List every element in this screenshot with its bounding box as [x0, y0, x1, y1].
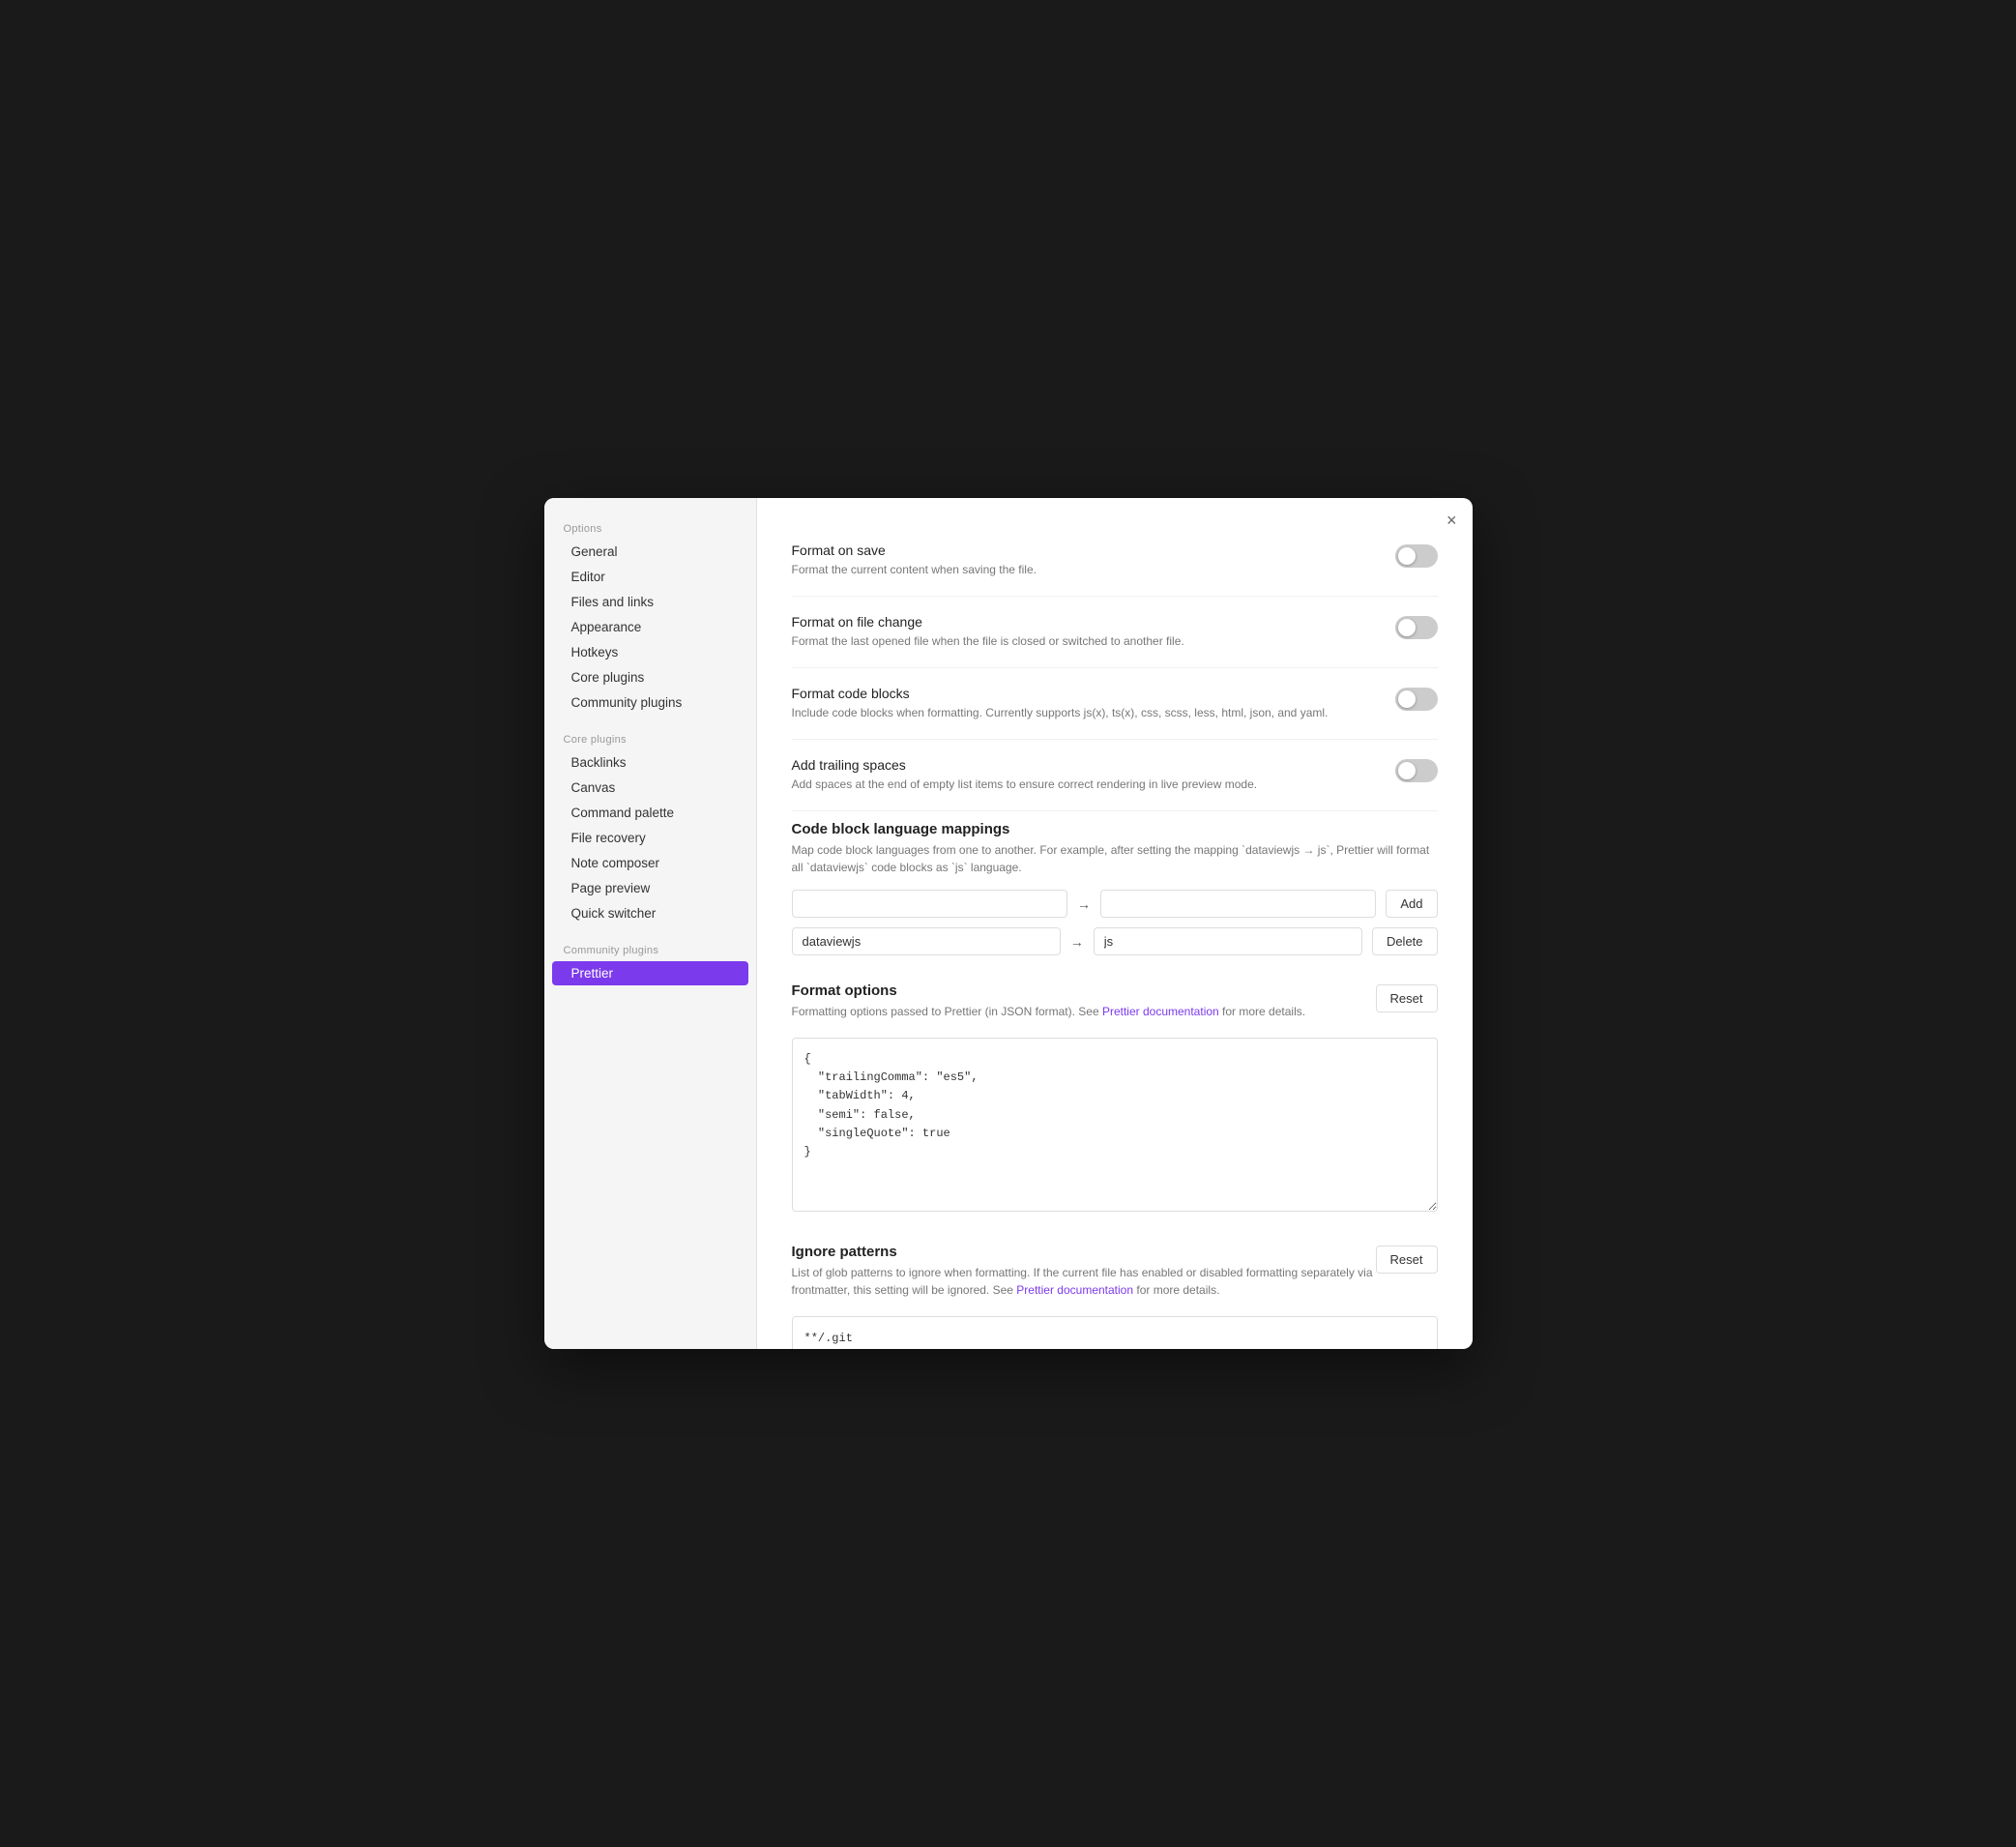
format-on-save-text: Format on save Format the current conten… [792, 542, 1395, 578]
sidebar-item-note-composer[interactable]: Note composer [552, 851, 748, 875]
sidebar-item-prettier[interactable]: Prettier [552, 961, 748, 985]
format-on-file-change-slider [1395, 616, 1438, 639]
format-options-desc-prefix: Formatting options passed to Prettier (i… [792, 1005, 1102, 1018]
format-options-section: Format options Formatting options passed… [792, 982, 1438, 1217]
sidebar-item-canvas[interactable]: Canvas [552, 776, 748, 800]
add-trailing-spaces-title: Add trailing spaces [792, 757, 1376, 773]
new-mapping-from-input[interactable] [792, 890, 1067, 918]
close-button[interactable]: × [1446, 512, 1457, 529]
new-mapping-row: → Add [792, 890, 1438, 918]
add-trailing-spaces-text: Add trailing spaces Add spaces at the en… [792, 757, 1395, 793]
sidebar-item-hotkeys[interactable]: Hotkeys [552, 640, 748, 664]
sidebar-item-quick-switcher[interactable]: Quick switcher [552, 901, 748, 925]
sidebar-item-page-preview[interactable]: Page preview [552, 876, 748, 900]
ignore-patterns-desc-suffix: for more details. [1133, 1283, 1219, 1297]
format-on-save-toggle[interactable] [1395, 544, 1438, 568]
sidebar-item-command-palette[interactable]: Command palette [552, 801, 748, 825]
format-on-save-slider [1395, 544, 1438, 568]
ignore-patterns-textarea[interactable]: **/.git **/.svn **/.hg **/node_modules [792, 1316, 1438, 1349]
sidebar-item-editor[interactable]: Editor [552, 565, 748, 589]
add-mapping-button[interactable]: Add [1386, 890, 1437, 918]
delete-mapping-button[interactable]: Delete [1372, 927, 1438, 955]
code-block-mappings-title: Code block language mappings [792, 821, 1438, 837]
sidebar-item-file-recovery[interactable]: File recovery [552, 826, 748, 850]
format-code-blocks-toggle[interactable] [1395, 688, 1438, 711]
ignore-patterns-reset-button[interactable]: Reset [1376, 1246, 1438, 1274]
format-on-file-change-title: Format on file change [792, 614, 1376, 630]
sidebar-item-community-plugins[interactable]: Community plugins [552, 690, 748, 715]
format-options-title: Format options [792, 982, 1306, 999]
format-code-blocks-desc: Include code blocks when formatting. Cur… [792, 704, 1376, 721]
code-block-mappings-desc: Map code block languages from one to ano… [792, 841, 1438, 876]
ignore-patterns-title-group: Ignore patterns List of glob patterns to… [792, 1244, 1376, 1312]
mapping-arrow-icon: → [1077, 896, 1091, 912]
format-on-file-change-row: Format on file change Format the last op… [792, 597, 1438, 668]
sidebar-item-files-and-links[interactable]: Files and links [552, 590, 748, 614]
options-section-label: Options [544, 517, 756, 539]
ignore-patterns-section: Ignore patterns List of glob patterns to… [792, 1244, 1438, 1349]
prettier-docs-link[interactable]: Prettier documentation [1102, 1005, 1219, 1018]
format-options-textarea[interactable]: { "trailingComma": "es5", "tabWidth": 4,… [792, 1038, 1438, 1212]
format-code-blocks-title: Format code blocks [792, 686, 1376, 701]
format-options-desc: Formatting options passed to Prettier (i… [792, 1003, 1306, 1020]
community-plugins-section-label: Community plugins [544, 939, 756, 960]
format-options-header: Format options Formatting options passed… [792, 982, 1438, 1034]
main-content: Format on save Format the current conten… [757, 498, 1473, 1349]
format-on-file-change-toggle[interactable] [1395, 616, 1438, 639]
format-on-save-desc: Format the current content when saving t… [792, 561, 1376, 578]
ignore-patterns-header: Ignore patterns List of glob patterns to… [792, 1244, 1438, 1312]
sidebar-item-appearance[interactable]: Appearance [552, 615, 748, 639]
new-mapping-to-input[interactable] [1100, 890, 1376, 918]
ignore-patterns-desc: List of glob patterns to ignore when for… [792, 1264, 1376, 1299]
sidebar-item-general[interactable]: General [552, 540, 748, 564]
sidebar-item-backlinks[interactable]: Backlinks [552, 750, 748, 775]
sidebar-item-core-plugins[interactable]: Core plugins [552, 665, 748, 689]
format-code-blocks-text: Format code blocks Include code blocks w… [792, 686, 1395, 721]
prettier-docs-link-2[interactable]: Prettier documentation [1016, 1283, 1133, 1297]
add-trailing-spaces-desc: Add spaces at the end of empty list item… [792, 776, 1376, 793]
add-trailing-spaces-slider [1395, 759, 1438, 782]
core-plugins-section-label: Core plugins [544, 728, 756, 749]
add-trailing-spaces-row: Add trailing spaces Add spaces at the en… [792, 740, 1438, 811]
format-options-reset-button[interactable]: Reset [1376, 984, 1438, 1012]
format-on-save-title: Format on save [792, 542, 1376, 558]
add-trailing-spaces-toggle[interactable] [1395, 759, 1438, 782]
format-options-title-group: Format options Formatting options passed… [792, 982, 1306, 1034]
format-code-blocks-row: Format code blocks Include code blocks w… [792, 668, 1438, 740]
format-on-file-change-desc: Format the last opened file when the fil… [792, 632, 1376, 650]
settings-modal: × Options General Editor Files and links… [544, 498, 1473, 1349]
mapping-from-input[interactable] [792, 927, 1061, 955]
mapping-arrow-icon-2: → [1070, 934, 1084, 950]
format-on-save-row: Format on save Format the current conten… [792, 525, 1438, 597]
ignore-patterns-title: Ignore patterns [792, 1244, 1376, 1260]
format-code-blocks-slider [1395, 688, 1438, 711]
mapping-to-input[interactable] [1094, 927, 1362, 955]
format-on-file-change-text: Format on file change Format the last op… [792, 614, 1395, 650]
sidebar: Options General Editor Files and links A… [544, 498, 757, 1349]
format-options-desc-suffix: for more details. [1219, 1005, 1305, 1018]
existing-mapping-row: → Delete [792, 927, 1438, 955]
code-block-mappings-section: Code block language mappings Map code bl… [792, 821, 1438, 955]
